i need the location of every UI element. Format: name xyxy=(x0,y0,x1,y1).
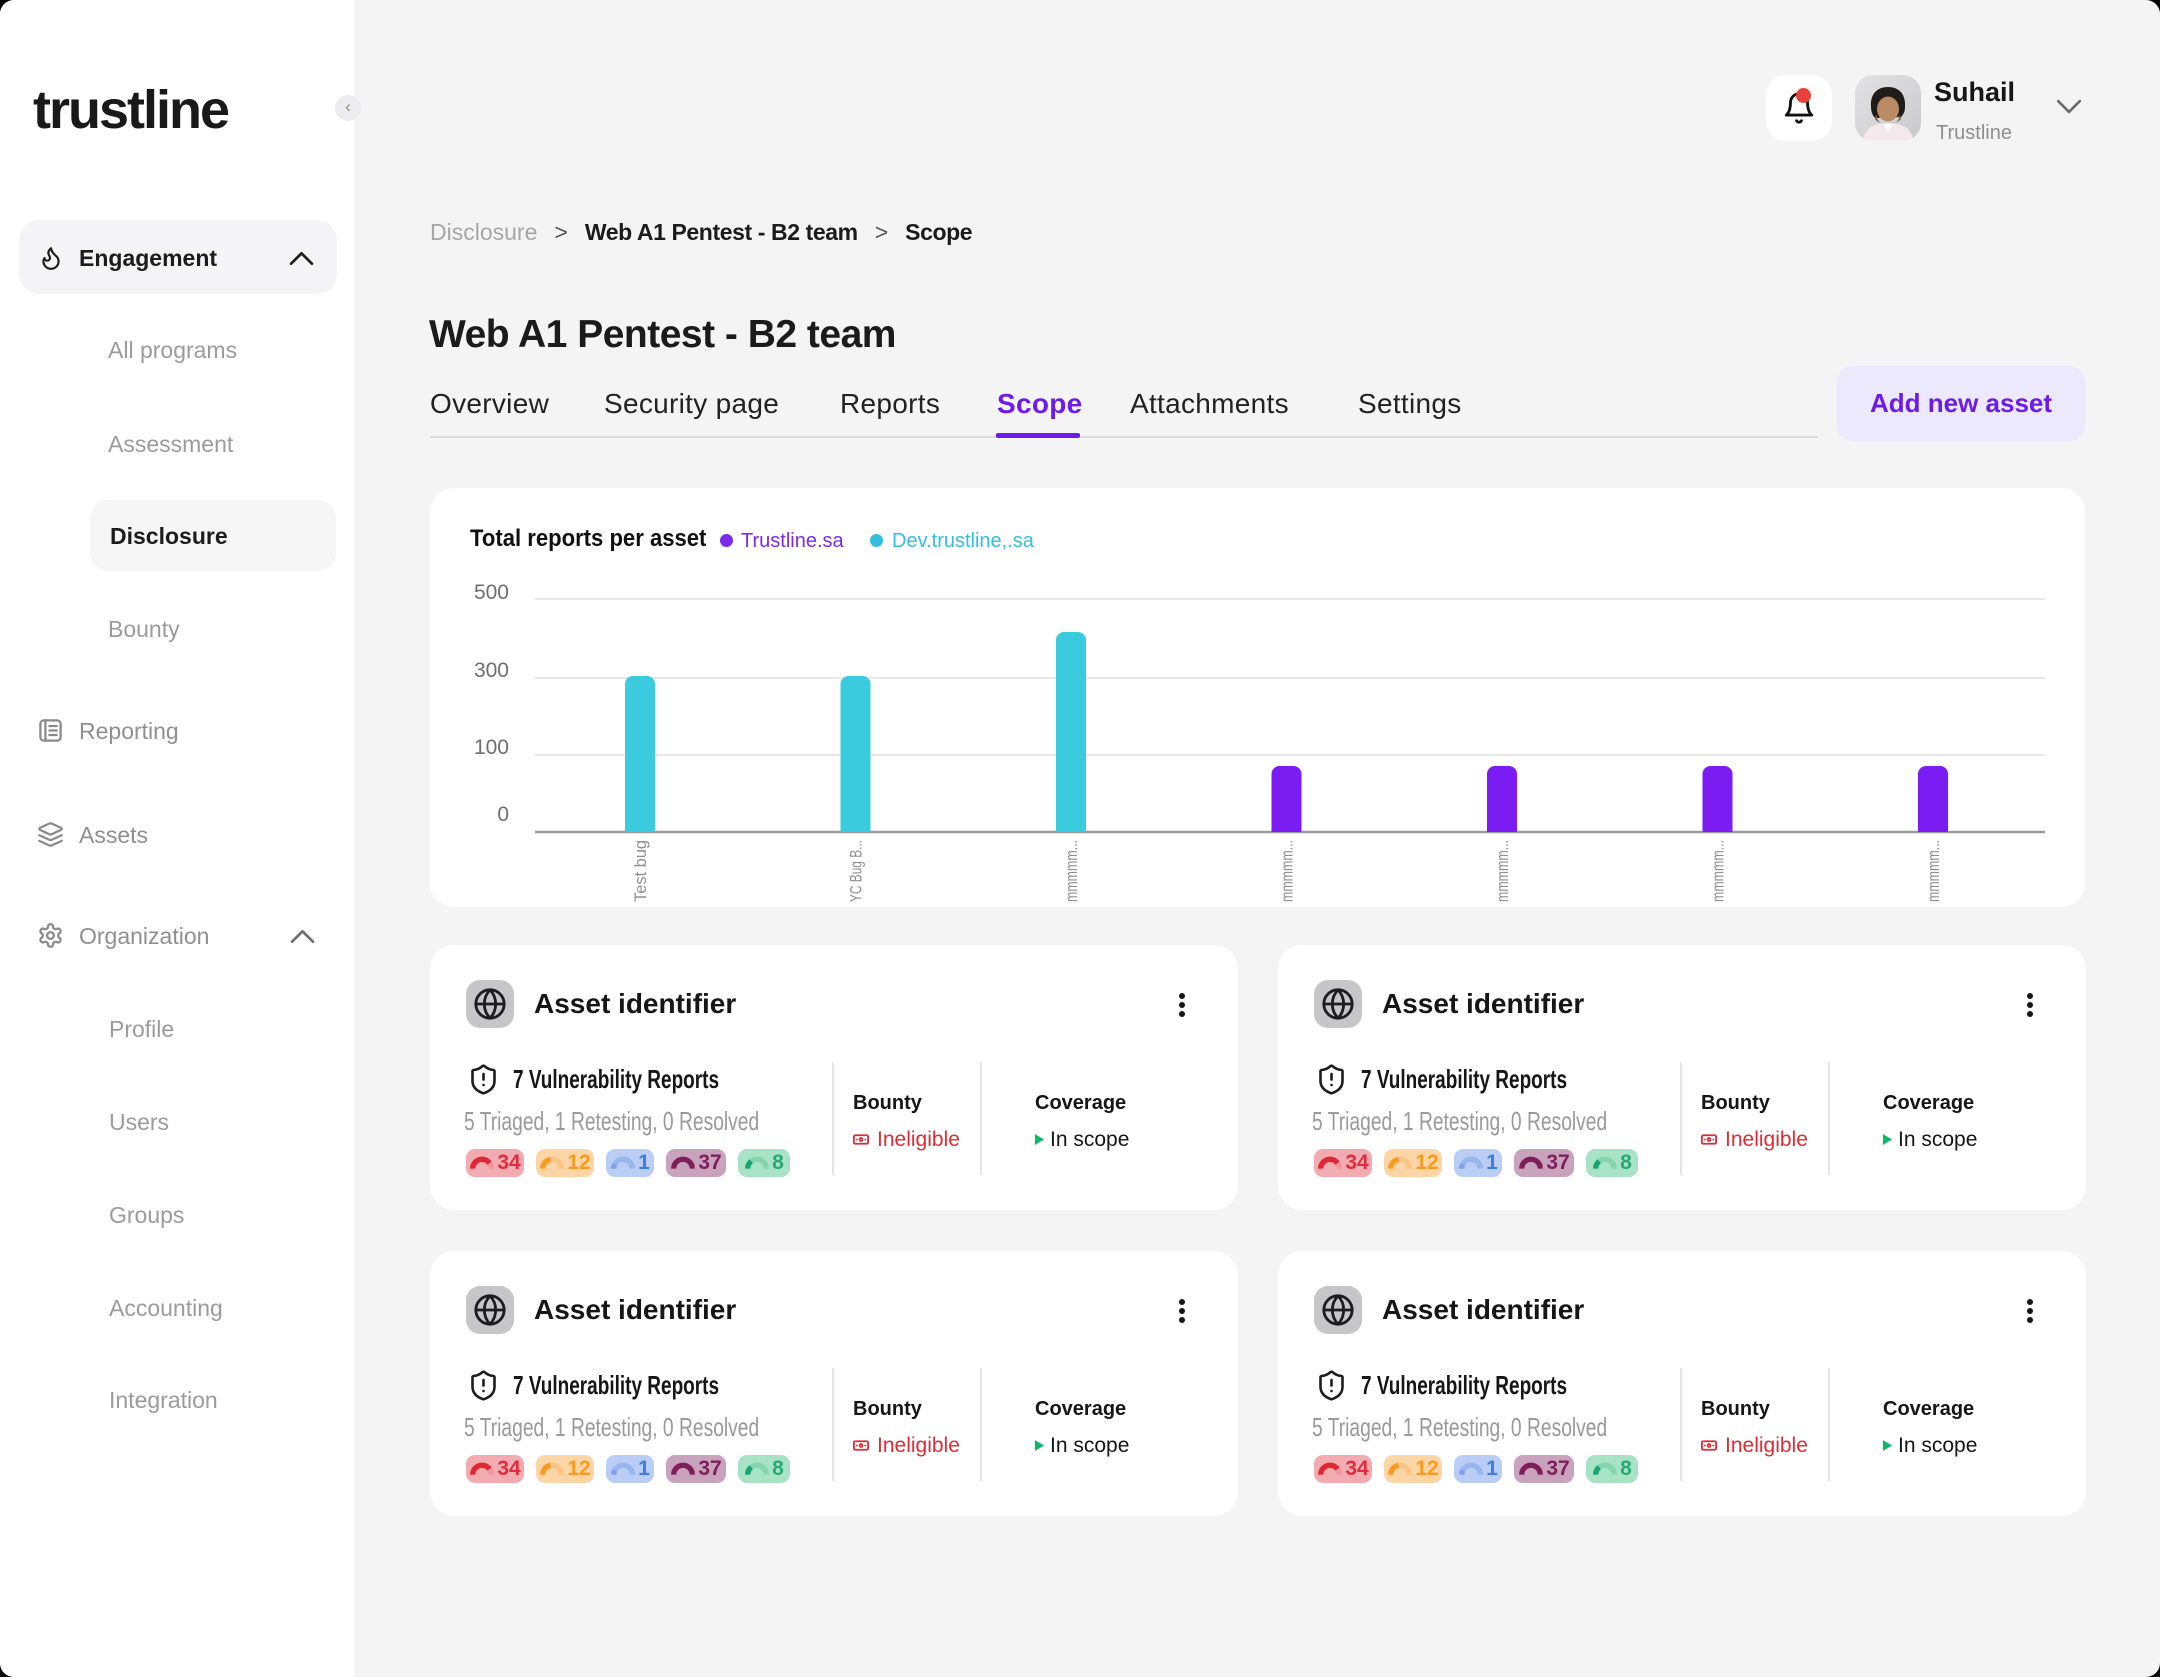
svg-text:mmmmm...: mmmmm... xyxy=(1062,840,1081,902)
svg-text:mmmmm...: mmmmm... xyxy=(1278,840,1297,902)
svg-text:mmmmm...: mmmmm... xyxy=(1709,840,1728,902)
svg-text:YC Bug B...: YC Bug B... xyxy=(847,840,866,902)
svg-text:100: 100 xyxy=(474,736,509,759)
svg-text:Test bug: Test bug xyxy=(631,840,650,902)
svg-text:500: 500 xyxy=(474,581,509,604)
svg-text:mmmmm...: mmmmm... xyxy=(1924,840,1943,902)
svg-text:0: 0 xyxy=(497,803,509,826)
svg-text:300: 300 xyxy=(474,659,509,682)
svg-text:mmmmm...: mmmmm... xyxy=(1493,840,1512,902)
